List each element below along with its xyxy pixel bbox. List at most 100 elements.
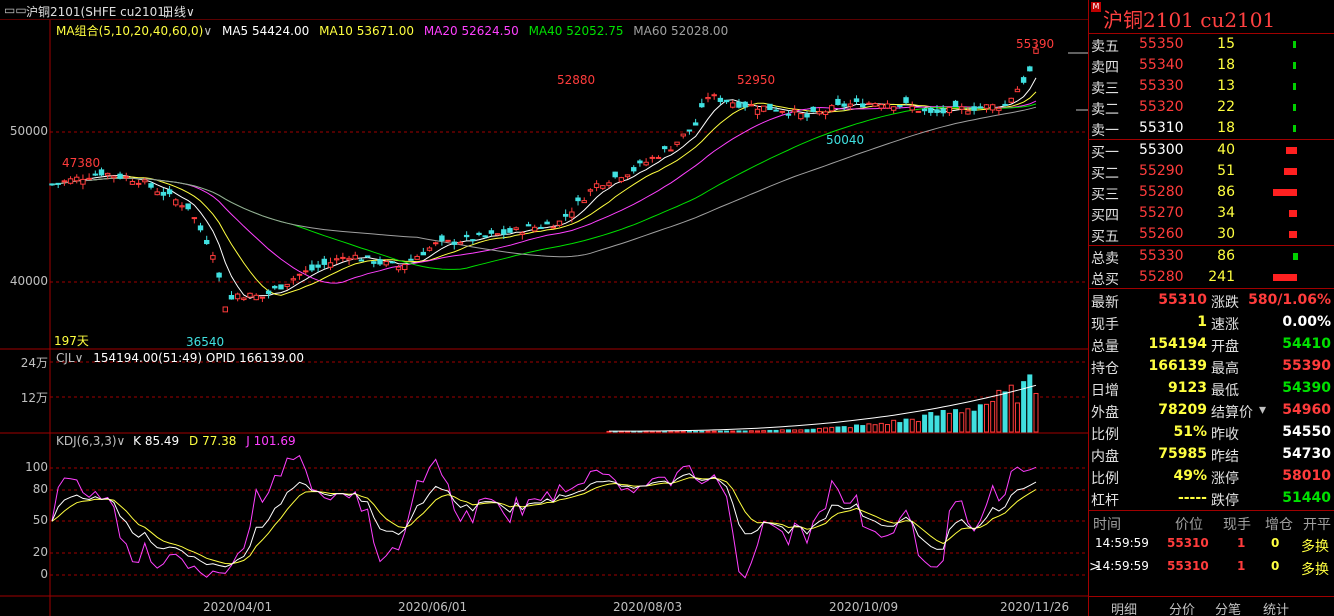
book-row[interactable]: 卖二 55320 22: [1089, 97, 1334, 119]
candle: [111, 175, 117, 179]
book-volume: 30: [1217, 226, 1235, 242]
tick-oi: 0: [1271, 559, 1280, 573]
tick-header-cell: 价位: [1175, 517, 1203, 533]
book-volume-bar: [1273, 274, 1297, 281]
tick-time: 14:59:59: [1095, 559, 1149, 573]
date-label: 2020/04/01: [203, 600, 273, 614]
book-volume: 18: [1217, 57, 1235, 73]
candle: [717, 97, 724, 102]
menu-icon[interactable]: ▭▭: [4, 3, 27, 17]
stat-value: 154194: [1148, 336, 1207, 352]
book-row[interactable]: 买四 55270 34: [1089, 203, 1334, 225]
ma40-line: [51, 103, 1037, 270]
candle: [265, 290, 272, 295]
candle: [216, 272, 222, 278]
ma-legend[interactable]: MA组合(5,10,20,40,60,0)∨ MA5 54424.00 MA10…: [56, 22, 728, 39]
ma-combo-label[interactable]: MA组合(5,10,20,40,60,0): [56, 24, 203, 38]
volume-bar: [649, 430, 655, 433]
candle: [921, 108, 928, 112]
candle: [587, 189, 594, 192]
stat-value: 54550: [1282, 424, 1331, 440]
candle: [606, 182, 612, 186]
candle: [451, 241, 457, 245]
book-volume: 22: [1217, 99, 1235, 115]
volume-bar: [983, 403, 989, 433]
book-row[interactable]: 卖一 55310 18: [1089, 118, 1334, 140]
book-row[interactable]: 卖三 55330 13: [1089, 76, 1334, 98]
panel-tabs: 明细 分价 分笔 统计: [1089, 596, 1334, 616]
volume-bar: [686, 430, 692, 433]
stat-label: 比例: [1091, 427, 1119, 443]
chart-area[interactable]: MA组合(5,10,20,40,60,0)∨ MA5 54424.00 MA10…: [0, 20, 1088, 616]
candle: [1008, 97, 1014, 103]
book-price: 55310: [1139, 120, 1184, 136]
book-volume: 15: [1217, 36, 1235, 52]
candle: [439, 235, 445, 242]
candle: [185, 203, 191, 210]
candle: [86, 177, 92, 180]
tick-header-cell: 开平: [1303, 517, 1331, 533]
volume-indicator-name[interactable]: CJL: [56, 351, 75, 365]
book-row[interactable]: 总买 55280 241: [1089, 267, 1334, 289]
annotation-52950: 52950: [737, 73, 776, 87]
candle: [624, 174, 631, 178]
period-selector[interactable]: 日线∨: [162, 3, 195, 20]
tab-stats[interactable]: 统计: [1263, 599, 1289, 616]
tab-price[interactable]: 分价: [1169, 599, 1195, 616]
book-row[interactable]: 总卖 55330 86: [1089, 246, 1334, 268]
book-label: 卖一: [1091, 123, 1119, 139]
stat-value: 0.00%: [1282, 314, 1331, 330]
kline-chart[interactable]: [0, 20, 1088, 616]
candle: [946, 106, 953, 114]
candle: [878, 104, 884, 109]
candle: [742, 101, 748, 108]
candle: [897, 104, 903, 107]
stat-value: 49%: [1173, 468, 1207, 484]
candle: [971, 106, 977, 111]
candle: [154, 191, 160, 196]
volume-bar: [792, 429, 798, 433]
tick-row[interactable]: 14:59:59 55310 1 0 多换: [1089, 534, 1334, 556]
axis-label-40000: 40000: [9, 274, 48, 288]
book-label: 买三: [1091, 187, 1119, 203]
book-row[interactable]: 买三 55280 86: [1089, 182, 1334, 204]
book-row[interactable]: 买五 55260 30: [1089, 224, 1334, 246]
candle: [569, 211, 575, 218]
book-volume: 51: [1217, 163, 1235, 179]
stat-value: 51440: [1282, 490, 1331, 506]
candle: [67, 178, 74, 184]
market-icon[interactable]: M: [1091, 2, 1101, 12]
volume-bar: [990, 400, 996, 433]
ma60-line: [51, 106, 1037, 258]
book-row[interactable]: 卖五 55350 15: [1089, 34, 1334, 56]
candle: [507, 228, 513, 233]
candle: [179, 205, 185, 208]
tick-price: 55310: [1167, 536, 1209, 550]
candle: [358, 259, 365, 262]
candle: [104, 172, 111, 176]
volume-legend[interactable]: CJL∨ 154194.00(51:49) OPID 166139.00: [56, 351, 304, 365]
tab-ticks[interactable]: 分笔: [1215, 599, 1241, 616]
candle: [309, 264, 315, 271]
volume-bar: [971, 410, 977, 433]
book-price: 55330: [1139, 78, 1184, 94]
stat-value: 9123: [1168, 380, 1207, 396]
candle: [804, 113, 810, 118]
volume-bar: [1002, 391, 1008, 433]
kdj-legend[interactable]: KDJ(6,3,3)∨ K 85.49 D 77.38 J 101.69: [56, 434, 296, 448]
stat-row: 外盘 78209 结算价 54960 ▾: [1089, 400, 1334, 422]
candle: [272, 285, 278, 289]
tick-row[interactable]: >14:59:59 55310 1 0 多换: [1089, 557, 1334, 579]
book-row[interactable]: 买二 55290 51: [1089, 161, 1334, 183]
kdj-indicator-name[interactable]: KDJ(6,3,3): [56, 434, 117, 448]
book-row[interactable]: 卖四 55340 18: [1089, 55, 1334, 77]
candle: [432, 242, 439, 245]
panel-title: 沪铜2101 cu2101: [1103, 8, 1276, 32]
candle: [414, 255, 420, 260]
tab-detail[interactable]: 明细: [1111, 599, 1137, 616]
stat-label: 涨停: [1211, 471, 1239, 487]
dropdown-arrow-icon[interactable]: ▾: [1259, 402, 1266, 418]
stat-label: 持仓: [1091, 361, 1119, 377]
stat-row: 现手 1 速涨 0.00%: [1089, 312, 1334, 334]
book-row[interactable]: 买一 55300 40: [1089, 140, 1334, 162]
